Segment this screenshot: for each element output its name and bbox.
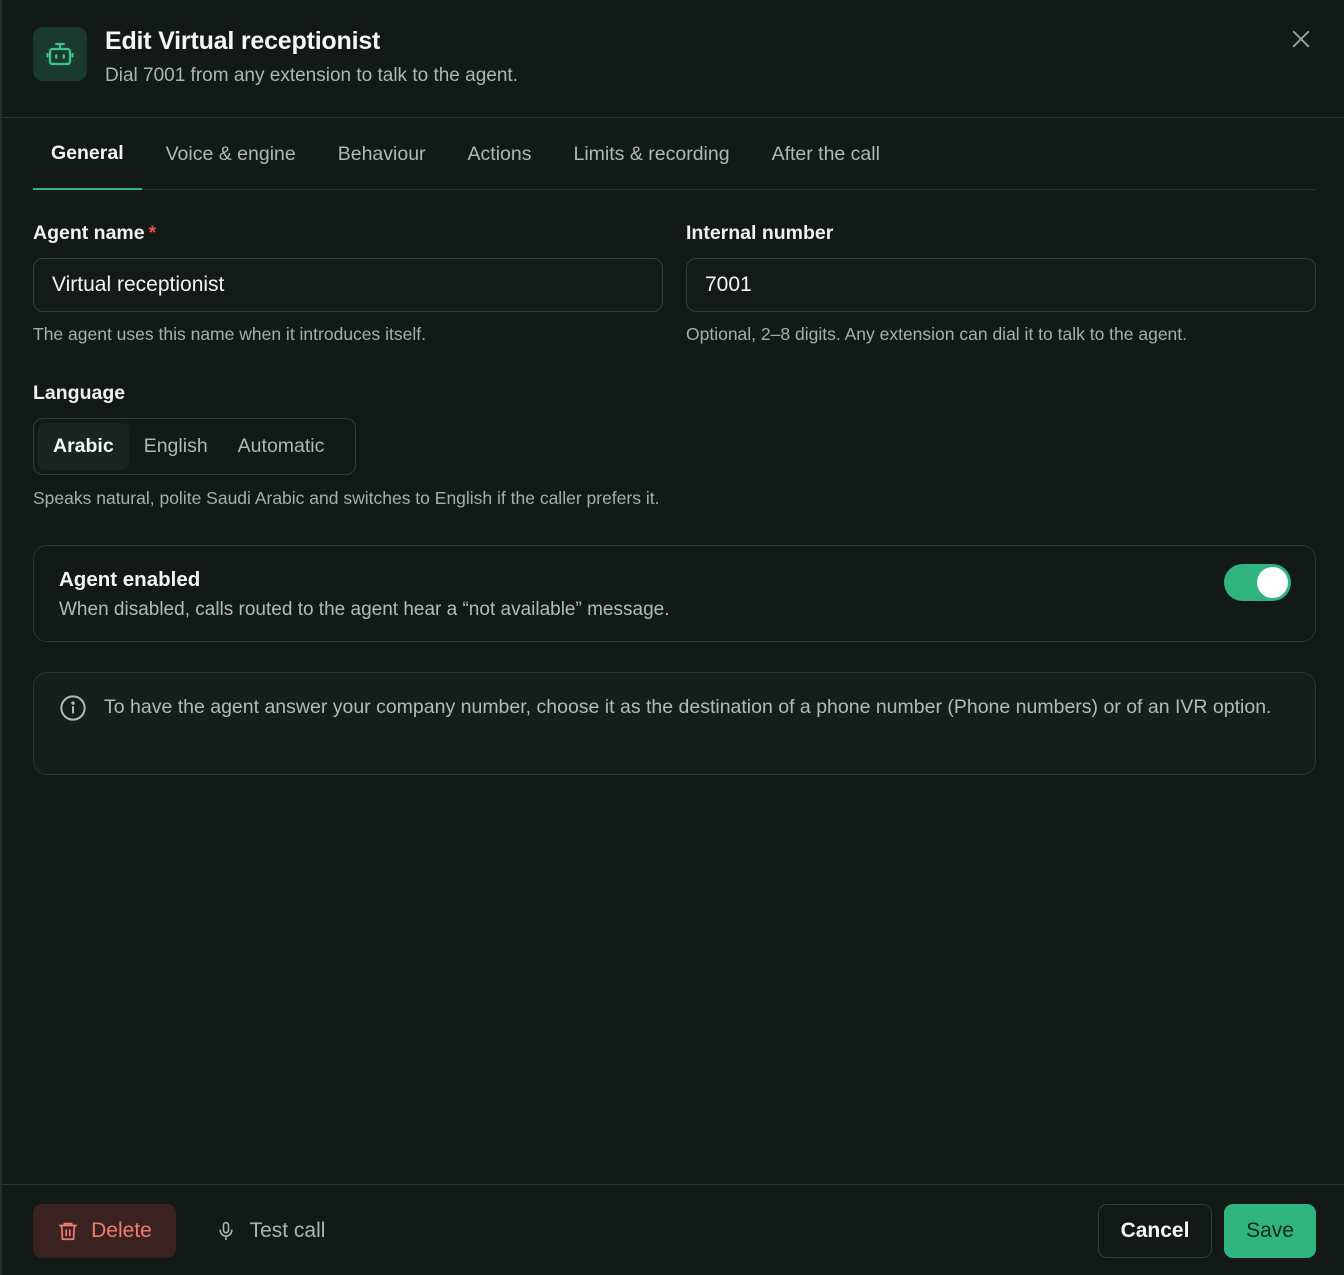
agent-enabled-toggle[interactable] — [1224, 564, 1291, 601]
close-button[interactable] — [1286, 24, 1316, 54]
dialog-title: Edit Virtual receptionist — [105, 27, 381, 55]
dialog-subtitle: Dial 7001 from any extension to talk to … — [105, 65, 518, 86]
delete-button[interactable]: Delete — [33, 1204, 176, 1258]
info-callout: To have the agent answer your company nu… — [33, 672, 1316, 775]
internal-number-input[interactable] — [686, 258, 1316, 312]
microphone-icon — [218, 1221, 233, 1241]
tab-voice-engine[interactable]: Voice & engine — [148, 118, 314, 190]
cancel-button[interactable]: Cancel — [1098, 1204, 1212, 1258]
save-button[interactable]: Save — [1224, 1204, 1316, 1258]
agent-enabled-card: Agent enabled When disabled, calls route… — [33, 545, 1316, 642]
internal-number-label: Internal number — [686, 222, 834, 244]
language-option-automatic[interactable]: Automatic — [223, 423, 340, 470]
language-option-arabic[interactable]: Arabic — [38, 423, 129, 470]
tab-actions[interactable]: Actions — [450, 118, 550, 190]
info-text: To have the agent answer your company nu… — [104, 696, 1272, 718]
agent-enabled-description: When disabled, calls routed to the agent… — [59, 599, 670, 620]
language-option-english[interactable]: English — [129, 423, 223, 470]
edit-agent-dialog: Edit Virtual receptionist Dial 7001 from… — [0, 0, 1344, 1275]
trash-icon — [59, 1222, 78, 1241]
toggle-knob — [1257, 567, 1288, 598]
language-help: Speaks natural, polite Saudi Arabic and … — [33, 488, 660, 508]
robot-icon — [33, 27, 87, 81]
agent-name-label-text: Agent name — [33, 222, 145, 244]
delete-label: Delete — [91, 1219, 152, 1242]
agent-name-help: The agent uses this name when it introdu… — [33, 324, 426, 344]
language-label: Language — [33, 382, 126, 404]
dialog-footer: Delete Test call Cancel Save — [2, 1184, 1344, 1275]
tab-limits-recording[interactable]: Limits & recording — [556, 118, 748, 190]
language-selector: Arabic English Automatic — [33, 418, 356, 475]
close-icon — [1292, 30, 1310, 48]
tab-behaviour[interactable]: Behaviour — [320, 118, 444, 190]
test-call-button[interactable]: Test call — [198, 1204, 343, 1258]
test-call-label: Test call — [249, 1219, 326, 1242]
tab-general[interactable]: General — [33, 118, 142, 190]
agent-name-input[interactable] — [33, 258, 663, 312]
tab-after-the-call[interactable]: After the call — [754, 118, 898, 190]
internal-number-help: Optional, 2–8 digits. Any extension can … — [686, 324, 1188, 344]
agent-enabled-title: Agent enabled — [59, 568, 201, 591]
required-mark: * — [148, 222, 157, 244]
tab-bar: General Voice & engine Behaviour Actions… — [33, 118, 1316, 190]
agent-name-label: Agent name * — [33, 222, 156, 245]
info-icon — [60, 695, 86, 721]
dialog-header: Edit Virtual receptionist Dial 7001 from… — [2, 0, 1344, 118]
